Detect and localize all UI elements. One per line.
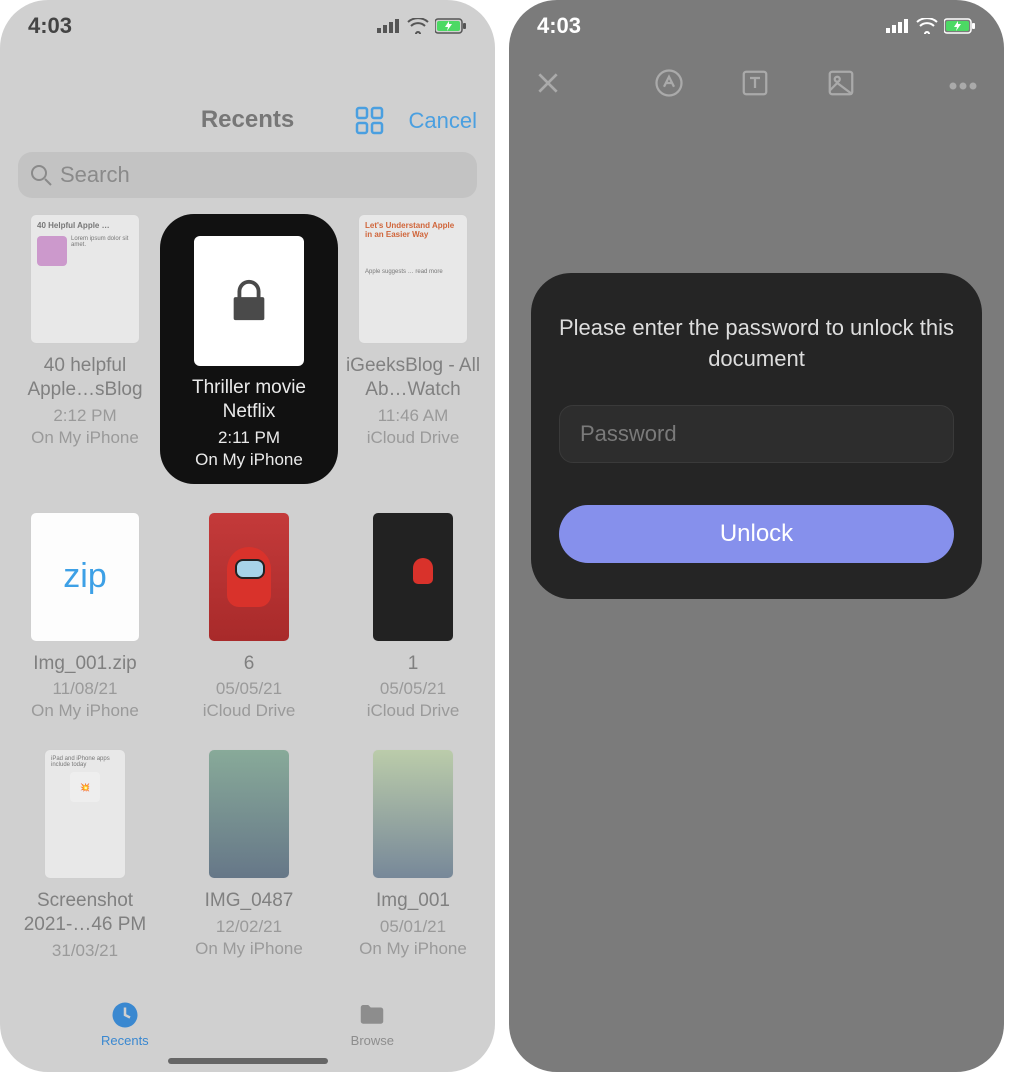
image-tool-icon[interactable] <box>826 68 856 103</box>
file-time: 11:46 AM <box>378 406 449 426</box>
file-time: 05/05/21 <box>216 679 282 699</box>
cellular-icon <box>377 19 401 33</box>
file-name: IMG_0487 <box>205 889 294 913</box>
status-bar: 4:03 <box>0 0 495 52</box>
search-placeholder: Search <box>60 162 130 188</box>
file-item[interactable]: Let's Understand Apple in an Easier WayA… <box>338 214 488 484</box>
tab-recents[interactable]: Recents <box>101 1000 149 1048</box>
file-name: Img_001.zip <box>33 652 137 676</box>
file-time: 12/02/21 <box>216 917 282 937</box>
file-grid: 40 Helpful Apple …Lorem ipsum dolor sit … <box>0 214 495 961</box>
tab-label: Recents <box>101 1033 149 1048</box>
file-location: iCloud Drive <box>367 701 460 721</box>
battery-charging-icon <box>944 18 976 34</box>
file-item[interactable]: zip Img_001.zip 11/08/21 On My iPhone <box>10 512 160 722</box>
right-screenshot: 4:03 Please enter the password to unlock… <box>509 0 1004 1072</box>
file-name: 1 <box>408 652 419 676</box>
file-location: iCloud Drive <box>367 428 460 448</box>
file-location: On My iPhone <box>359 939 467 959</box>
password-placeholder: Password <box>580 421 677 447</box>
status-icons <box>377 18 467 34</box>
file-name: Img_001 <box>376 889 450 913</box>
file-location: On My iPhone <box>195 939 303 959</box>
text-tool-icon[interactable] <box>740 68 770 103</box>
file-item[interactable]: 1 05/05/21 iCloud Drive <box>338 512 488 722</box>
file-thumbnail <box>208 749 290 879</box>
file-time: 2:12 PM <box>53 406 116 426</box>
file-item[interactable]: 6 05/05/21 iCloud Drive <box>174 512 324 722</box>
file-time: 2:11 PM <box>218 428 280 448</box>
search-icon <box>30 164 52 186</box>
file-item[interactable]: Img_001 05/01/21 On My iPhone <box>338 749 488 961</box>
lock-icon <box>226 278 272 324</box>
wifi-icon <box>407 18 429 34</box>
file-thumbnail <box>372 512 454 642</box>
file-item[interactable]: iPad and iPhone apps include today💥 Scre… <box>10 749 160 961</box>
battery-charging-icon <box>435 18 467 34</box>
unlock-message: Please enter the password to unlock this… <box>559 313 954 375</box>
file-thumbnail-zip: zip <box>30 512 140 642</box>
file-time: 05/05/21 <box>380 679 446 699</box>
markup-icon[interactable] <box>654 68 684 103</box>
unlock-dialog: Please enter the password to unlock this… <box>531 273 982 599</box>
folder-icon <box>357 1000 387 1030</box>
file-name: 40 helpful Apple…sBlog <box>10 354 160 402</box>
password-field[interactable]: Password <box>559 405 954 463</box>
left-screenshot: 4:03 Recents Cancel Search 40 Helpful Ap… <box>0 0 495 1072</box>
search-field[interactable]: Search <box>18 152 477 198</box>
file-name: Screenshot 2021-…46 PM <box>10 889 160 937</box>
cancel-button[interactable]: Cancel <box>409 108 477 134</box>
file-item-highlighted[interactable]: Thriller movie Netflix 2:11 PM On My iPh… <box>160 214 338 484</box>
clock-icon <box>110 1000 140 1030</box>
file-name: iGeeksBlog - All Ab…Watch <box>338 354 488 402</box>
file-thumbnail: iPad and iPhone apps include today💥 <box>44 749 126 879</box>
file-thumbnail: 40 Helpful Apple …Lorem ipsum dolor sit … <box>30 214 140 344</box>
file-time: 11/08/21 <box>53 679 118 699</box>
file-item[interactable]: IMG_0487 12/02/21 On My iPhone <box>174 749 324 961</box>
file-name: Thriller movie Netflix <box>174 376 324 424</box>
file-thumbnail-locked <box>194 236 304 366</box>
status-bar: 4:03 <box>509 0 1004 52</box>
wifi-icon <box>916 18 938 34</box>
file-name: 6 <box>244 652 255 676</box>
tab-browse[interactable]: Browse <box>351 1000 394 1048</box>
file-thumbnail <box>208 512 290 642</box>
editor-toolbar <box>509 52 1004 113</box>
cellular-icon <box>886 19 910 33</box>
status-time: 4:03 <box>28 13 72 39</box>
unlock-button-label: Unlock <box>720 520 793 548</box>
file-location: On My iPhone <box>31 428 139 448</box>
file-location: On My iPhone <box>31 701 139 721</box>
file-thumbnail <box>372 749 454 879</box>
close-icon[interactable] <box>535 70 561 101</box>
grid-view-icon[interactable] <box>355 106 385 141</box>
header-title: Recents <box>201 106 294 134</box>
file-location: On My iPhone <box>195 450 303 470</box>
file-time: 05/01/21 <box>380 917 446 937</box>
status-icons <box>886 18 976 34</box>
file-location: iCloud Drive <box>203 701 296 721</box>
tab-label: Browse <box>351 1033 394 1048</box>
more-icon[interactable] <box>948 77 978 95</box>
files-header: Recents Cancel <box>0 52 495 144</box>
file-thumbnail: Let's Understand Apple in an Easier WayA… <box>358 214 468 344</box>
unlock-button[interactable]: Unlock <box>559 505 954 563</box>
file-time: 31/03/21 <box>52 941 118 961</box>
status-time: 4:03 <box>537 13 581 39</box>
file-item[interactable]: 40 Helpful Apple …Lorem ipsum dolor sit … <box>10 214 160 484</box>
home-indicator[interactable] <box>168 1058 328 1064</box>
